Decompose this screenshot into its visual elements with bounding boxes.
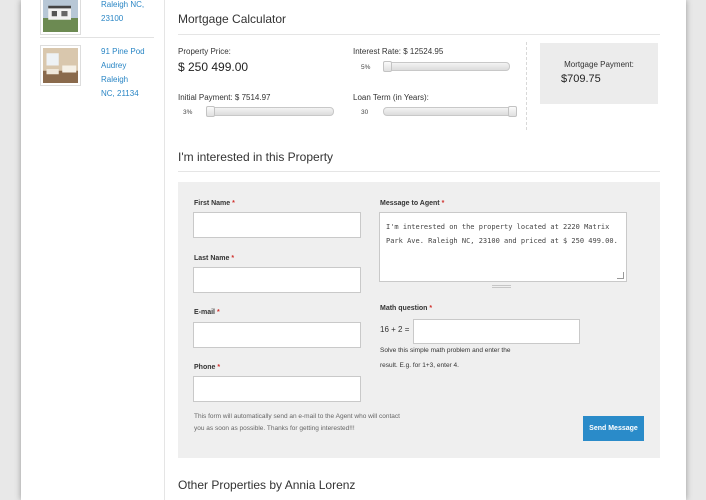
mortgage-payment-label: Mortgage Payment: (564, 60, 634, 69)
first-name-label: First Name * (194, 200, 235, 207)
property-price-label: Property Price: (178, 47, 231, 56)
property-thumbnail[interactable] (40, 0, 81, 35)
property-price-value: $ 250 499.00 (178, 60, 249, 74)
required-mark: * (216, 309, 220, 316)
math-help-text: result. E.g. for 1+3, enter 4. (380, 362, 459, 369)
loan-term-value: 30 (361, 109, 369, 116)
textarea-grip[interactable] (492, 285, 511, 288)
message-label: Message to Agent * (380, 200, 445, 207)
main-content: Mortgage Calculator Property Price: $ 25… (178, 0, 660, 500)
math-question-text: 16 + 2 = (380, 325, 410, 334)
divider (178, 34, 660, 35)
email-field[interactable] (193, 322, 361, 348)
interest-rate-slider[interactable] (383, 61, 510, 72)
divider (40, 37, 154, 38)
interest-rate-percent: 5% (361, 64, 371, 71)
interest-rate-label: Interest Rate: $ 12524.95 (353, 47, 444, 56)
message-textarea[interactable]: I'm interested on the property located a… (379, 212, 627, 282)
resize-handle[interactable] (617, 272, 624, 279)
sidebar-item-line[interactable]: 23100 (101, 12, 144, 26)
form-note-line: you as soon as possible. Thanks for gett… (194, 425, 355, 432)
math-question-label: Math question * (380, 305, 433, 312)
required-mark: * (217, 364, 221, 371)
initial-payment-percent: 3% (183, 109, 193, 116)
divider (178, 171, 660, 172)
mortgage-payment-box: Mortgage Payment: $709.75 (540, 43, 658, 104)
initial-payment-slider[interactable] (206, 106, 334, 117)
mortgage-payment-value: $709.75 (561, 73, 601, 85)
email-label: E-mail * (194, 309, 220, 316)
column-divider (164, 0, 165, 500)
sidebar-item-line[interactable]: Audrey Raleigh (101, 59, 154, 87)
property-thumbnail[interactable] (40, 45, 81, 86)
form-note-line: This form will automatically send an e-m… (194, 413, 400, 420)
initial-payment-label: Initial Payment: $ 7514.97 (178, 93, 271, 102)
divider (526, 42, 527, 130)
inquiry-title: I'm interested in this Property (178, 150, 334, 164)
loan-term-slider[interactable] (383, 106, 517, 117)
house-photo (43, 0, 78, 32)
required-mark: * (429, 305, 433, 312)
loan-term-label: Loan Term (in Years): (353, 93, 429, 102)
required-mark: * (232, 200, 235, 207)
last-name-label: Last Name * (194, 255, 235, 262)
send-message-button[interactable]: Send Message (583, 416, 644, 441)
sidebar-item-line[interactable]: NC, 21134 (101, 87, 154, 101)
last-name-field[interactable] (193, 267, 361, 293)
math-answer-field[interactable] (413, 319, 580, 344)
page-frame: Raleigh NC, 23100 91 Pine Pod Audrey Ral… (21, 0, 686, 500)
first-name-field[interactable] (193, 212, 361, 238)
other-properties-title: Other Properties by Annia Lorenz (178, 478, 356, 492)
inquiry-form: First Name * Last Name * E-mail * Phone … (178, 182, 660, 458)
slider-handle[interactable] (206, 106, 215, 117)
interior-photo (43, 48, 78, 83)
sidebar-item-line[interactable]: 91 Pine Pod (101, 45, 154, 59)
phone-label: Phone * (194, 364, 221, 371)
math-help-text: Solve this simple math problem and enter… (380, 347, 511, 354)
slider-handle[interactable] (508, 106, 517, 117)
phone-field[interactable] (193, 376, 361, 402)
sidebar-item-line[interactable]: Raleigh NC, (101, 0, 144, 12)
slider-handle[interactable] (383, 61, 392, 72)
message-text: I'm interested on the property located a… (386, 223, 618, 245)
required-mark: * (231, 255, 235, 262)
form-note: This form will automatically send an e-m… (194, 411, 454, 435)
calculator-title: Mortgage Calculator (178, 12, 287, 26)
required-mark: * (441, 200, 445, 207)
